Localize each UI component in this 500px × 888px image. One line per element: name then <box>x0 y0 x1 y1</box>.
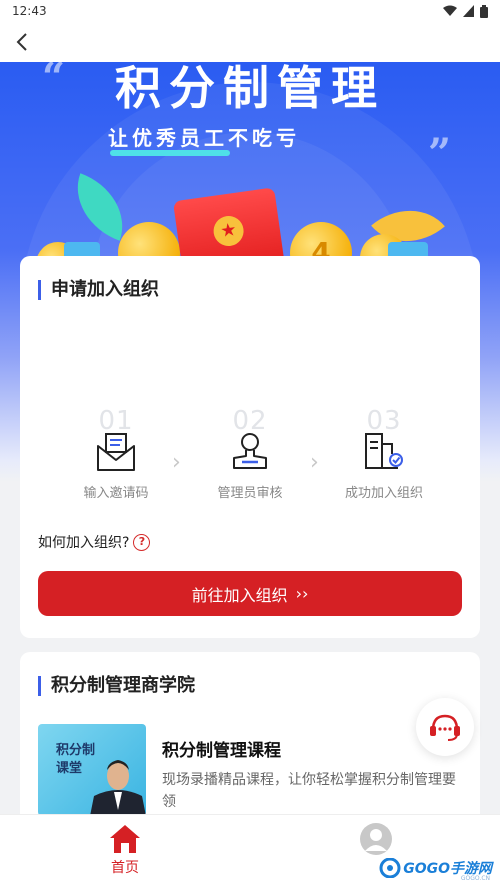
headset-icon <box>430 714 460 741</box>
step-label: 成功加入组织 <box>344 486 423 501</box>
how-to-join-text: 如何加入组织? <box>38 535 130 551</box>
customer-service-button[interactable] <box>416 698 474 756</box>
watermark-logo: GOGO手游网 GOGO.CN <box>379 856 492 882</box>
chevron-left-icon <box>16 33 27 51</box>
join-organization-button[interactable]: 前往加入组织 ›› <box>38 571 462 616</box>
watermark-sub: GOGO.CN <box>460 875 490 882</box>
banner-underline <box>110 150 230 156</box>
banner-subtitle: 让优秀员工不吃亏 <box>108 126 300 150</box>
help-icon: ? <box>133 533 151 551</box>
how-to-join-link[interactable]: 如何加入组织? ? <box>38 532 151 552</box>
join-card-title: 申请加入组织 <box>38 280 159 300</box>
tab-home-label: 首页 <box>111 860 139 876</box>
chevron-right-icon: › <box>310 450 319 475</box>
lecturer-portrait <box>90 760 146 816</box>
wifi-icon <box>443 5 457 16</box>
home-icon <box>110 825 140 853</box>
status-time: 12:43 <box>12 4 47 18</box>
signal-icon <box>463 5 474 17</box>
chevron-right-icon: › <box>172 450 181 475</box>
battery-icon <box>480 4 488 18</box>
step-label: 输入邀请码 <box>83 486 149 501</box>
back-button[interactable] <box>8 28 36 56</box>
join-button-label: 前往加入组织 <box>191 585 288 605</box>
join-steps: 01 输入邀请码 › 02 管理员审核 › 03 成功加入组织 <box>20 406 480 516</box>
document-check-icon <box>362 430 406 474</box>
status-icons <box>443 4 488 18</box>
nav-bar <box>0 22 500 62</box>
envelope-icon <box>94 430 138 474</box>
step-join-success: 03 成功加入组织 <box>324 406 444 501</box>
bottom-navigation: 首页 GOGO手游网 GOGO.CN <box>0 814 500 888</box>
join-organization-card: 申请加入组织 01 输入邀请码 › 02 管理员审核 › 03 成功加入组织 如… <box>20 256 480 638</box>
step-label: 管理员审核 <box>217 486 283 501</box>
course-description: 现场录播精品课程，让你轻松掌握积分制管理要领 <box>162 772 456 810</box>
gamepad-icon <box>379 858 401 878</box>
double-chevron-right-icon: ›› <box>295 584 309 603</box>
step-invite-code: 01 输入邀请码 <box>56 406 176 501</box>
banner-title: 积分制管理 <box>115 62 385 115</box>
status-bar: 12:43 <box>0 0 500 22</box>
avatar-icon <box>360 823 392 855</box>
academy-card-title: 积分制管理商学院 <box>38 676 195 696</box>
course-thumbnail[interactable]: 积分制课堂 <box>38 724 146 816</box>
tab-home[interactable]: 首页 <box>0 815 250 888</box>
step-admin-review: 02 管理员审核 <box>190 406 310 501</box>
stamp-icon <box>228 430 272 474</box>
envelope-seal: ★ <box>211 214 246 248</box>
course-title[interactable]: 积分制管理课程 <box>162 736 281 761</box>
quote-close-mark: ” <box>428 130 452 177</box>
